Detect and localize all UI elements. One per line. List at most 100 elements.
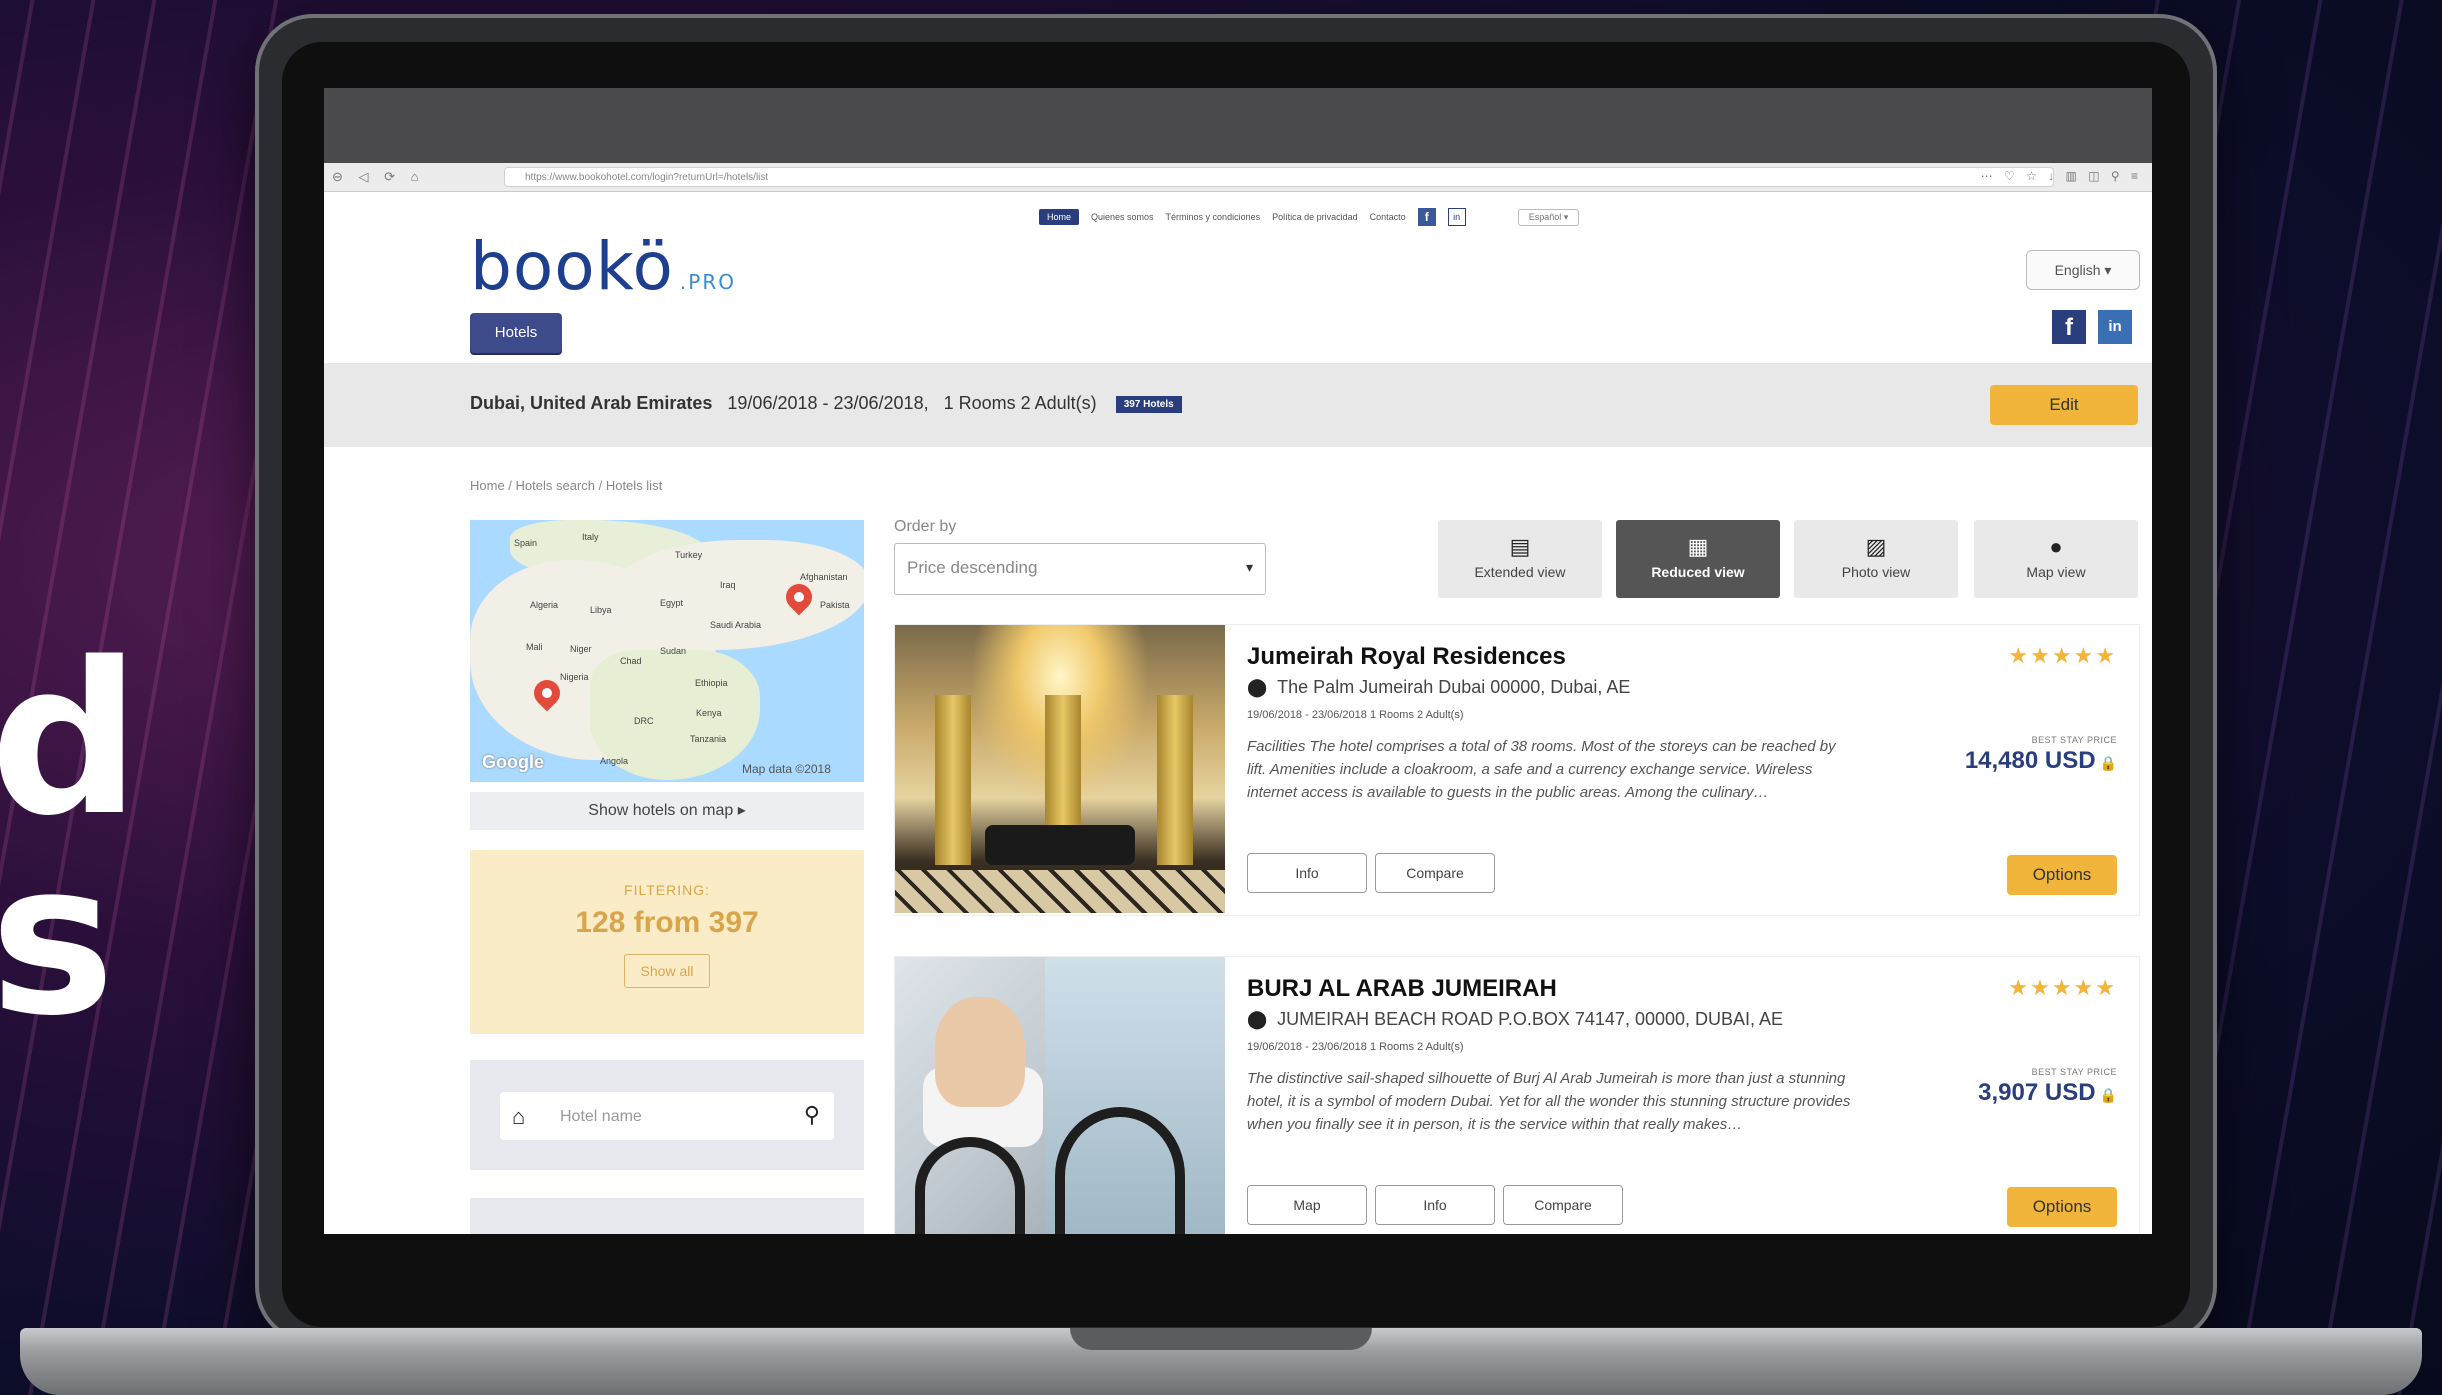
facebook-icon[interactable]: f xyxy=(2052,310,2086,344)
hotel-name-panel: ⌂ Hotel name ⚲ xyxy=(470,1060,864,1170)
hotel-address-text: JUMEIRAH BEACH ROAD P.O.BOX 74147, 00000… xyxy=(1277,1009,1784,1029)
reduced-view-button[interactable]: ▦ Reduced view xyxy=(1616,520,1780,598)
map-label: DRC xyxy=(634,716,654,726)
hotel-card: BURJ AL ARAB JUMEIRAH ⬤ JUMEIRAH BEACH RO… xyxy=(894,956,2140,1234)
language-dropdown[interactable]: English ▾ xyxy=(2026,250,2140,290)
view-label: Map view xyxy=(2026,564,2086,580)
options-button[interactable]: Options xyxy=(2007,855,2117,895)
language-select-small[interactable]: Español ▾ xyxy=(1517,208,1580,226)
hotel-description: Facilities The hotel comprises a total o… xyxy=(1247,738,1836,801)
info-button[interactable]: Info xyxy=(1247,853,1367,893)
hotel-actions: Info Compare xyxy=(1247,853,1495,893)
screen-top-area xyxy=(324,88,2152,163)
show-all-button[interactable]: Show all xyxy=(623,954,711,988)
search-dates: 19/06/2018 - 23/06/2018, xyxy=(727,393,929,413)
laptop-notch xyxy=(1070,1328,1372,1350)
tab-hotels[interactable]: Hotels xyxy=(470,313,562,353)
hotel-address-text: The Palm Jumeirah Dubai 00000, Dubai, AE xyxy=(1277,677,1631,697)
edit-search-button[interactable]: Edit xyxy=(1990,385,2138,425)
filter-panel: FILTERING: 128 from 397 Show all xyxy=(470,850,864,1034)
brand-logo[interactable]: bookö .PRO xyxy=(470,228,736,305)
hotel-price: 14,480 USD 🔒 xyxy=(1965,747,2117,775)
view-label: Extended view xyxy=(1474,564,1566,580)
map-label: Angola xyxy=(600,756,629,766)
caret-down-icon: ▾ xyxy=(1245,559,1253,575)
nav-terms[interactable]: Términos y condiciones xyxy=(1166,212,1261,222)
lock-icon: 🔒 xyxy=(2099,755,2117,771)
show-hotels-on-map-link[interactable]: Show hotels on map ▸ xyxy=(470,792,864,830)
headline-letter-1: d xyxy=(0,617,141,862)
map-label: Niger xyxy=(570,644,592,654)
map-label: Nigeria xyxy=(560,672,589,682)
laptop-screen: ⊖ ◁ ⟳ ⌂ https://www.bookohotel.com/login… xyxy=(324,88,2152,1234)
nav-about[interactable]: Quienes somos xyxy=(1091,212,1154,222)
background-headline: d s xyxy=(0,617,141,1062)
best-stay-price-label: BEST STAY PRICE xyxy=(2031,735,2117,745)
location-pin-icon: ⬤ xyxy=(1247,677,1268,697)
map-attribution: Map data ©2018 xyxy=(742,762,831,776)
map-preview[interactable]: Spain Italy Turkey Iraq Afghanistan Alge… xyxy=(470,520,864,782)
facebook-icon[interactable]: f xyxy=(1417,208,1436,226)
compare-button[interactable]: Compare xyxy=(1503,1185,1623,1225)
star-rating-icon: ★★★★★ xyxy=(2008,643,2117,668)
nav-home[interactable]: Home xyxy=(1039,209,1080,225)
hotel-name-placeholder: Hotel name xyxy=(560,1108,642,1125)
search-rooms: 1 Rooms 2 Adult(s) xyxy=(943,393,1097,413)
hotel-address: ⬤ JUMEIRAH BEACH ROAD P.O.BOX 74147, 0000… xyxy=(1247,1009,1783,1030)
map-pin-icon: ● xyxy=(2049,534,2063,559)
view-label: Photo view xyxy=(1841,564,1911,580)
hotel-count-badge: 397 Hotels xyxy=(1115,395,1182,413)
hotel-name-input[interactable]: ⌂ Hotel name ⚲ xyxy=(500,1092,834,1140)
photo-person-head xyxy=(935,997,1025,1107)
hotel-name[interactable]: Jumeirah Royal Residences xyxy=(1247,643,1566,671)
browser-nav-buttons[interactable]: ⊖ ◁ ⟳ ⌂ xyxy=(332,169,424,185)
search-summary-bar: Dubai, United Arab Emirates 19/06/2018 -… xyxy=(324,363,2152,447)
google-logo: Google xyxy=(482,752,544,772)
breadcrumb[interactable]: Home / Hotels search / Hotels list xyxy=(470,478,662,493)
photo-column xyxy=(1157,695,1193,865)
map-button[interactable]: Map xyxy=(1247,1185,1367,1225)
address-bar[interactable]: https://www.bookohotel.com/login?returnU… xyxy=(504,167,2054,187)
search-icon[interactable]: ⚲ xyxy=(804,1102,820,1128)
nav-contact[interactable]: Contacto xyxy=(1370,212,1406,222)
photo-bike xyxy=(915,1137,1025,1234)
headline-letter-2: s xyxy=(0,817,115,1062)
best-stay-price-label: BEST STAY PRICE xyxy=(2031,1067,2117,1077)
top-navigation: Home Quienes somos Términos y condicione… xyxy=(1039,208,1580,226)
map-view-button[interactable]: ● Map view xyxy=(1974,520,2138,598)
hotel-card: Jumeirah Royal Residences ⬤ The Palm Jume… xyxy=(894,624,2140,916)
order-by-select[interactable]: Price descending ▾ xyxy=(894,543,1266,595)
extended-view-button[interactable]: ▤ Extended view xyxy=(1438,520,1602,598)
map-label: Egypt xyxy=(660,598,684,608)
browser-toolbar-icons[interactable]: ⋯ ♡ ☆ ↓ ▥ ◫ ⚲ ≡ xyxy=(1981,169,2142,183)
photo-column xyxy=(935,695,971,865)
map-label: Chad xyxy=(620,656,642,666)
photo-view-button[interactable]: ▨ Photo view xyxy=(1794,520,1958,598)
map-label: Tanzania xyxy=(690,734,727,744)
info-button[interactable]: Info xyxy=(1375,1185,1495,1225)
map-label: Ethiopia xyxy=(695,678,728,688)
brand-suffix: .PRO xyxy=(679,270,736,294)
map-label: Spain xyxy=(514,538,538,548)
hotel-name[interactable]: BURJ AL ARAB JUMEIRAH xyxy=(1247,975,1557,1003)
filter-label: FILTERING: xyxy=(624,882,710,898)
hotel-dates: 19/06/2018 - 23/06/2018 1 Rooms 2 Adult(… xyxy=(1247,709,1464,721)
map-label: Turkey xyxy=(675,550,703,560)
linkedin-icon[interactable]: in xyxy=(1447,208,1466,226)
linkedin-icon[interactable]: in xyxy=(2098,310,2132,344)
map-label: Pakista xyxy=(820,600,850,610)
search-location: Dubai, United Arab Emirates xyxy=(470,393,713,413)
house-icon: ⌂ xyxy=(512,1104,526,1129)
hotel-actions: Map Info Compare xyxy=(1247,1185,1623,1225)
hotel-photo[interactable] xyxy=(895,957,1225,1234)
photo-view-icon: ▨ xyxy=(1865,534,1887,559)
map-label: Sudan xyxy=(660,646,687,656)
hotel-photo[interactable] xyxy=(895,625,1225,913)
order-by-value: Price descending xyxy=(907,558,1038,577)
hotel-price-value: 14,480 USD xyxy=(1964,747,2096,774)
map-panel: Spain Italy Turkey Iraq Afghanistan Alge… xyxy=(470,520,864,830)
nav-privacy[interactable]: Política de privacidad xyxy=(1272,212,1358,222)
options-button[interactable]: Options xyxy=(2007,1187,2117,1227)
compare-button[interactable]: Compare xyxy=(1375,853,1495,893)
map-label: Afghanistan xyxy=(800,572,848,582)
